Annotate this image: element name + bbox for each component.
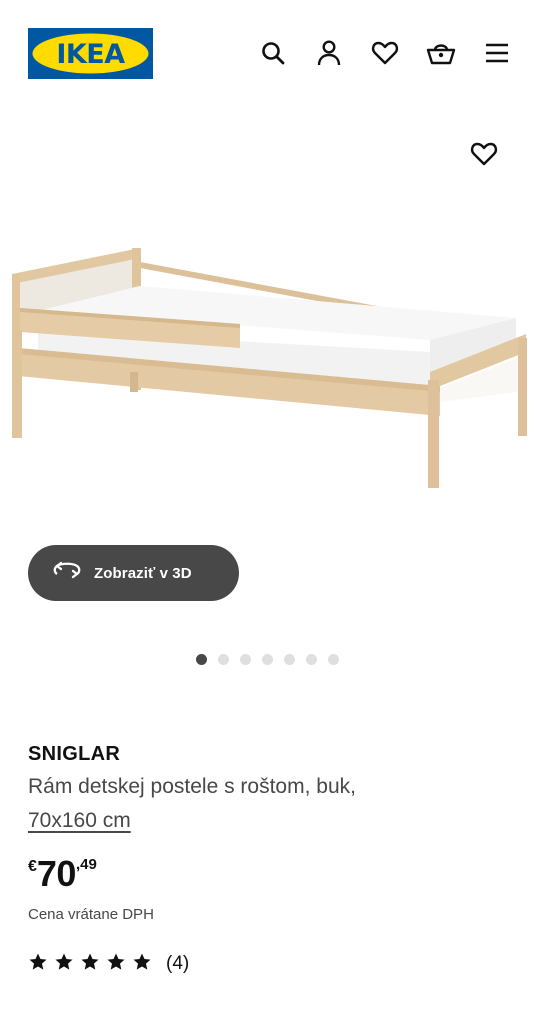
basket-icon[interactable] xyxy=(426,38,456,68)
star-icon xyxy=(132,952,152,976)
vat-note: Cena vrátane DPH xyxy=(28,906,154,923)
gallery-pagination xyxy=(196,654,339,665)
price-currency: € xyxy=(28,858,37,875)
product-rating[interactable]: (4) xyxy=(28,952,189,976)
gallery-dot[interactable] xyxy=(328,654,339,665)
gallery-dot[interactable] xyxy=(196,654,207,665)
ikea-logo[interactable]: IKEA xyxy=(28,28,153,79)
account-icon[interactable] xyxy=(314,38,344,68)
view-in-3d-label: Zobraziť v 3D xyxy=(94,564,192,582)
product-price: € 70 ,49 xyxy=(28,852,97,896)
price-integer: 70 xyxy=(36,853,77,894)
product-info: SNIGLAR Rám detskej postele s roštom, bu… xyxy=(28,740,518,838)
star-icon xyxy=(54,952,74,976)
rotate-3d-icon xyxy=(52,560,82,587)
product-size-link[interactable]: 70x160 cm xyxy=(28,804,131,838)
gallery-dot[interactable] xyxy=(218,654,229,665)
star-icon xyxy=(80,952,100,976)
product-name: SNIGLAR xyxy=(28,743,121,765)
star-icon xyxy=(28,952,48,976)
view-in-3d-button[interactable]: Zobraziť v 3D xyxy=(28,545,239,601)
site-header: IKEA xyxy=(0,0,540,110)
price-decimal: ,49 xyxy=(75,856,97,873)
gallery-dot[interactable] xyxy=(306,654,317,665)
favorite-heart-icon[interactable] xyxy=(468,138,500,170)
rating-stars xyxy=(28,952,152,976)
search-icon[interactable] xyxy=(258,38,288,68)
gallery-dot[interactable] xyxy=(240,654,251,665)
heart-icon[interactable] xyxy=(370,38,400,68)
menu-icon[interactable] xyxy=(482,38,512,68)
gallery-dot[interactable] xyxy=(284,654,295,665)
gallery-dot[interactable] xyxy=(262,654,273,665)
review-count: (4) xyxy=(166,953,190,974)
star-icon xyxy=(106,952,126,976)
product-description: Rám detskej postele s roštom, buk, xyxy=(28,775,356,798)
svg-text:IKEA: IKEA xyxy=(56,39,125,70)
